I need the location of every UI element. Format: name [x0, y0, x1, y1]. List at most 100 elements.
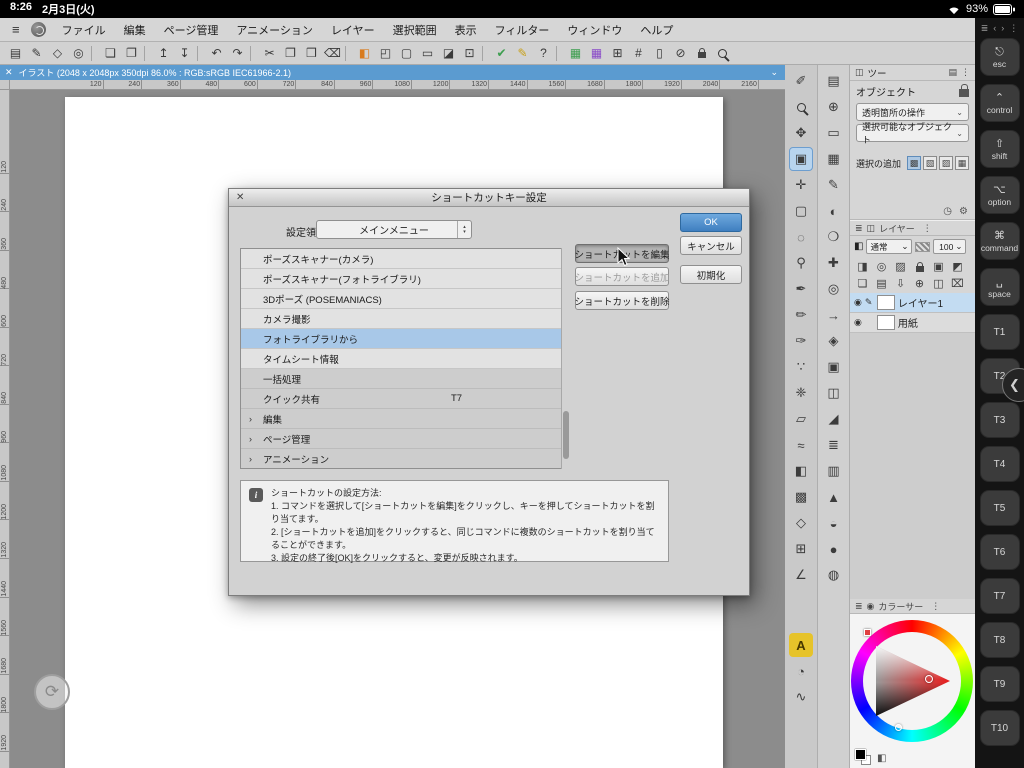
command-list-row[interactable]: 一括処理: [241, 369, 569, 389]
key-esc[interactable]: ⎋ esc: [980, 38, 1020, 76]
setting-area-dropdown[interactable]: メインメニュー ▴▾: [316, 220, 472, 239]
new-folder-icon[interactable]: ▤: [872, 275, 891, 292]
quick-access-icon[interactable]: ✐: [789, 69, 813, 93]
opacity-value[interactable]: 100 ⌄: [933, 239, 966, 254]
subtool-contrast-icon[interactable]: ◐: [822, 199, 846, 223]
screentone-icon[interactable]: ▦: [565, 44, 586, 63]
frame-border-tool[interactable]: ⊞: [789, 537, 813, 561]
panel-layout-icon[interactable]: ▯: [649, 44, 670, 63]
menu-view[interactable]: 表示: [446, 22, 486, 38]
subtool-arrow-icon[interactable]: →: [822, 303, 846, 327]
panel-icon[interactable]: ◫: [867, 223, 876, 234]
clip-studio-logo[interactable]: [31, 22, 46, 37]
brush-tool[interactable]: ✑: [789, 329, 813, 353]
key-t4[interactable]: T4: [980, 446, 1020, 482]
decoration-tool[interactable]: ❈: [789, 381, 813, 405]
lock-toolbar-icon[interactable]: [691, 44, 712, 63]
hand-tool[interactable]: ✥: [789, 121, 813, 145]
hue-marker[interactable]: [864, 629, 871, 636]
history-icon[interactable]: ◷: [943, 206, 952, 217]
subtool-grid-icon[interactable]: ▤: [822, 69, 846, 93]
key-t9[interactable]: T9: [980, 666, 1020, 702]
fill-bucket-icon[interactable]: ◧: [354, 44, 375, 63]
menu-help[interactable]: ヘルプ: [631, 22, 682, 38]
toolbar-separator[interactable]: [197, 46, 204, 61]
text-tool[interactable]: A: [789, 633, 813, 657]
invert-selection-icon[interactable]: ◪: [438, 44, 459, 63]
color-wheel[interactable]: [851, 620, 973, 742]
command-list-row[interactable]: › 編集: [241, 409, 569, 429]
subtool-bars-icon[interactable]: ▥: [822, 459, 846, 483]
command-list-row[interactable]: 3Dポーズ (POSEMANIACS): [241, 289, 569, 309]
lock-transparent-icon[interactable]: ▨: [891, 258, 910, 275]
lock-layer-icon[interactable]: [910, 258, 929, 275]
toolbar-separator[interactable]: [144, 46, 151, 61]
subtool-box-icon[interactable]: ▣: [822, 355, 846, 379]
selection-subtract-icon[interactable]: ▨: [939, 156, 953, 170]
balloon-tool[interactable]: ◔: [789, 659, 813, 683]
disclosure-arrow-icon[interactable]: ›: [249, 414, 252, 424]
subtool-up-icon[interactable]: ▲: [822, 485, 846, 509]
panel-icon[interactable]: ◫: [855, 67, 864, 78]
key-shift[interactable]: ⇧ shift: [980, 130, 1020, 168]
eraser-tool[interactable]: ▱: [789, 407, 813, 431]
cut-icon[interactable]: ✂: [259, 44, 280, 63]
new-canvas-icon[interactable]: ❏: [100, 44, 121, 63]
command-list-row[interactable]: クイック共有 T7: [241, 389, 569, 409]
gear-icon[interactable]: ⚙: [959, 206, 968, 217]
auto-select-tool[interactable]: ◌: [789, 225, 813, 249]
menu-filter[interactable]: フィルター: [486, 22, 559, 38]
list-icon[interactable]: ≣: [855, 223, 863, 234]
check-icon[interactable]: ✔: [491, 44, 512, 63]
transfer-down-icon[interactable]: ⇩: [891, 275, 910, 292]
search-icon[interactable]: [712, 44, 733, 63]
swatch-icon[interactable]: ◧: [877, 753, 886, 764]
rotate-canvas-button[interactable]: ⟳: [34, 674, 70, 710]
subtool-target-icon[interactable]: ◎: [822, 277, 846, 301]
redo-icon[interactable]: ↷: [227, 44, 248, 63]
main-color-swatch[interactable]: [855, 749, 866, 760]
subtool-shade-icon[interactable]: ◍: [822, 563, 846, 587]
border-selection-icon[interactable]: ⊡: [459, 44, 480, 63]
key-t6[interactable]: T6: [980, 534, 1020, 570]
scrollbar[interactable]: [561, 248, 570, 469]
toolbar-separator[interactable]: [91, 46, 98, 61]
undo-icon[interactable]: ↶: [206, 44, 227, 63]
visibility-eye-icon[interactable]: ◉: [854, 297, 862, 308]
selectable-object-dropdown[interactable]: 選択可能なオブジェクト ⌄: [856, 124, 969, 142]
menu-page[interactable]: ページ管理: [155, 22, 228, 38]
subtool-dot-icon[interactable]: ●: [822, 537, 846, 561]
edge-prev-icon[interactable]: ‹: [993, 23, 996, 34]
key-t10[interactable]: T10: [980, 710, 1020, 746]
key-t1[interactable]: T1: [980, 314, 1020, 350]
key-t5[interactable]: T5: [980, 490, 1020, 526]
toolbar-separator[interactable]: [250, 46, 257, 61]
subtool-diamond-icon[interactable]: ◈: [822, 329, 846, 353]
slash-icon[interactable]: ⊘: [670, 44, 691, 63]
cancel-button[interactable]: キャンセル: [680, 236, 742, 255]
object-tool[interactable]: ▣: [789, 147, 813, 171]
menu-edit[interactable]: 編集: [115, 22, 155, 38]
menu-animation[interactable]: アニメーション: [227, 22, 322, 38]
grid-icon[interactable]: ▤: [948, 67, 957, 78]
delete-shortcut-button[interactable]: ショートカットを削除: [575, 291, 669, 310]
sync-icon[interactable]: ◎: [68, 44, 89, 63]
list-icon[interactable]: ≣: [855, 601, 863, 612]
more-icon[interactable]: ⋮: [923, 223, 932, 234]
selection-multiply-icon[interactable]: ▦: [955, 156, 969, 170]
palette-icon[interactable]: ◧: [854, 241, 863, 252]
selection-new-icon[interactable]: ▩: [907, 156, 921, 170]
opacity-slider[interactable]: [915, 242, 930, 252]
workspace-icon[interactable]: ▤: [5, 44, 26, 63]
help-icon[interactable]: ?: [533, 44, 554, 63]
ruler-grid-icon[interactable]: #: [628, 44, 649, 63]
tool-property-tab[interactable]: ツー: [868, 66, 887, 80]
eye-icon[interactable]: ◉: [867, 601, 875, 612]
key-command[interactable]: ⌘ command: [980, 222, 1020, 260]
sv-marker[interactable]: [925, 675, 933, 683]
subtool-add-icon[interactable]: ⊕: [822, 95, 846, 119]
key-space[interactable]: ␣ space: [980, 268, 1020, 306]
new-from-clipboard-icon[interactable]: ❐: [121, 44, 142, 63]
subtool-list-icon[interactable]: ≣: [822, 433, 846, 457]
delete-icon[interactable]: ⌫: [322, 44, 343, 63]
